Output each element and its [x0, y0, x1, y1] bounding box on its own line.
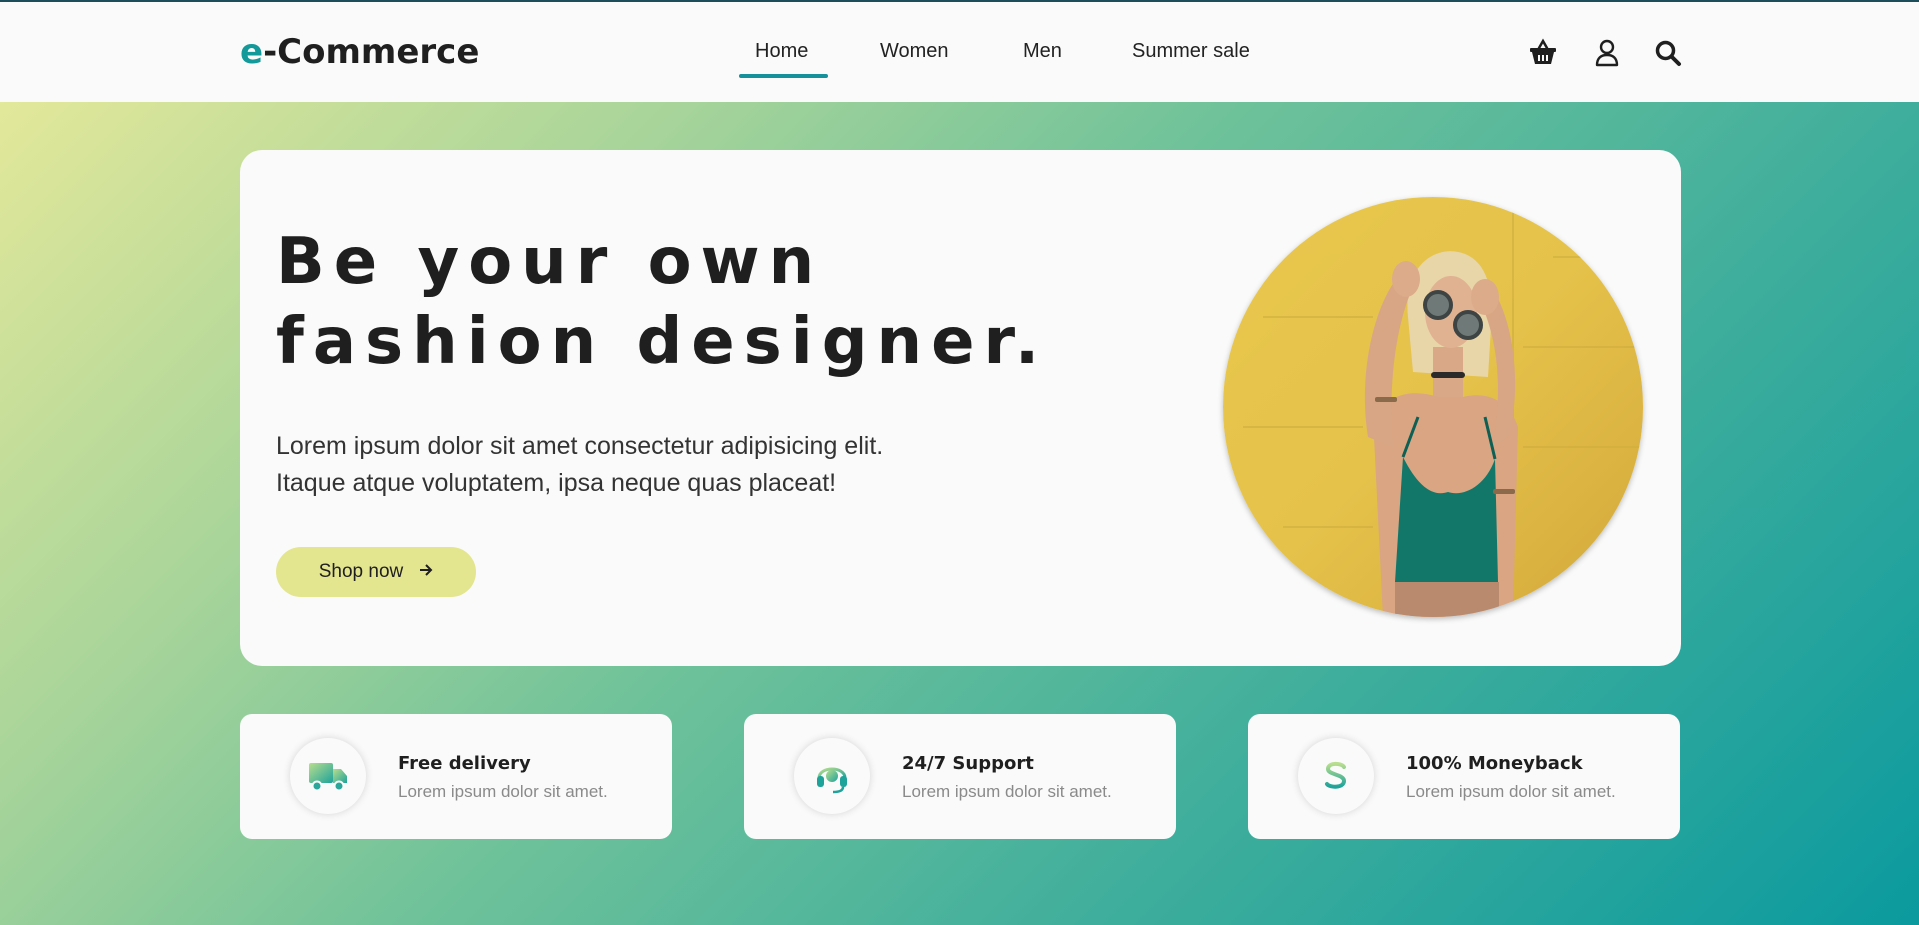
nav-item-label: Men — [1023, 40, 1062, 62]
feature-card-moneyback: 100% Moneyback Lorem ipsum dolor sit ame… — [1248, 714, 1680, 839]
headline-line-1: Be your own — [276, 225, 824, 299]
feature-card-delivery: Free delivery Lorem ipsum dolor sit amet… — [240, 714, 672, 839]
headset-icon — [794, 738, 870, 814]
nav-item-women[interactable]: Women — [880, 40, 949, 63]
subtext-line-2: Itaque atque voluptatem, ipsa neque quas… — [276, 469, 837, 497]
feature-card-support: 24/7 Support Lorem ipsum dolor sit amet. — [744, 714, 1176, 839]
nav-item-men[interactable]: Men — [1023, 40, 1062, 63]
user-icon[interactable] — [1592, 38, 1622, 68]
nav-active-indicator — [739, 74, 828, 78]
hero-headline: Be your own fashion designer. — [276, 222, 1176, 382]
shop-now-label: Shop now — [318, 561, 404, 582]
search-icon[interactable] — [1653, 38, 1683, 68]
nav-item-home[interactable]: Home — [755, 40, 808, 63]
truck-icon — [290, 738, 366, 814]
dollar-icon — [1298, 738, 1374, 814]
basket-icon[interactable] — [1528, 38, 1558, 68]
brand-name: -Commerce — [263, 32, 480, 72]
hero-card: Be your own fashion designer. Lorem ipsu… — [240, 150, 1681, 666]
feature-title: Free delivery — [398, 753, 531, 774]
feature-description: Lorem ipsum dolor sit amet. — [902, 782, 1112, 801]
feature-description: Lorem ipsum dolor sit amet. — [398, 782, 608, 801]
nav-item-summer-sale[interactable]: Summer sale — [1132, 40, 1250, 63]
feature-title: 100% Moneyback — [1406, 753, 1583, 774]
nav-item-label: Women — [880, 40, 949, 62]
nav-item-label: Home — [755, 40, 809, 62]
hero-subtext: Lorem ipsum dolor sit amet consectetur a… — [276, 428, 996, 502]
site-header: e-Commerce Home Women Men Summer sale — [0, 2, 1919, 102]
arrow-right-icon — [419, 561, 433, 583]
subtext-line-1: Lorem ipsum dolor sit amet consectetur a… — [276, 432, 884, 460]
shop-now-button[interactable]: Shop now — [276, 547, 476, 597]
brand-prefix: e — [240, 32, 264, 72]
brand-logo[interactable]: e-Commerce — [240, 32, 479, 72]
nav-item-label: Summer sale — [1132, 40, 1250, 62]
feature-description: Lorem ipsum dolor sit amet. — [1406, 782, 1616, 801]
feature-title: 24/7 Support — [902, 753, 1034, 774]
headline-line-2: fashion designer. — [276, 305, 1049, 379]
hero-photo — [1223, 197, 1643, 617]
